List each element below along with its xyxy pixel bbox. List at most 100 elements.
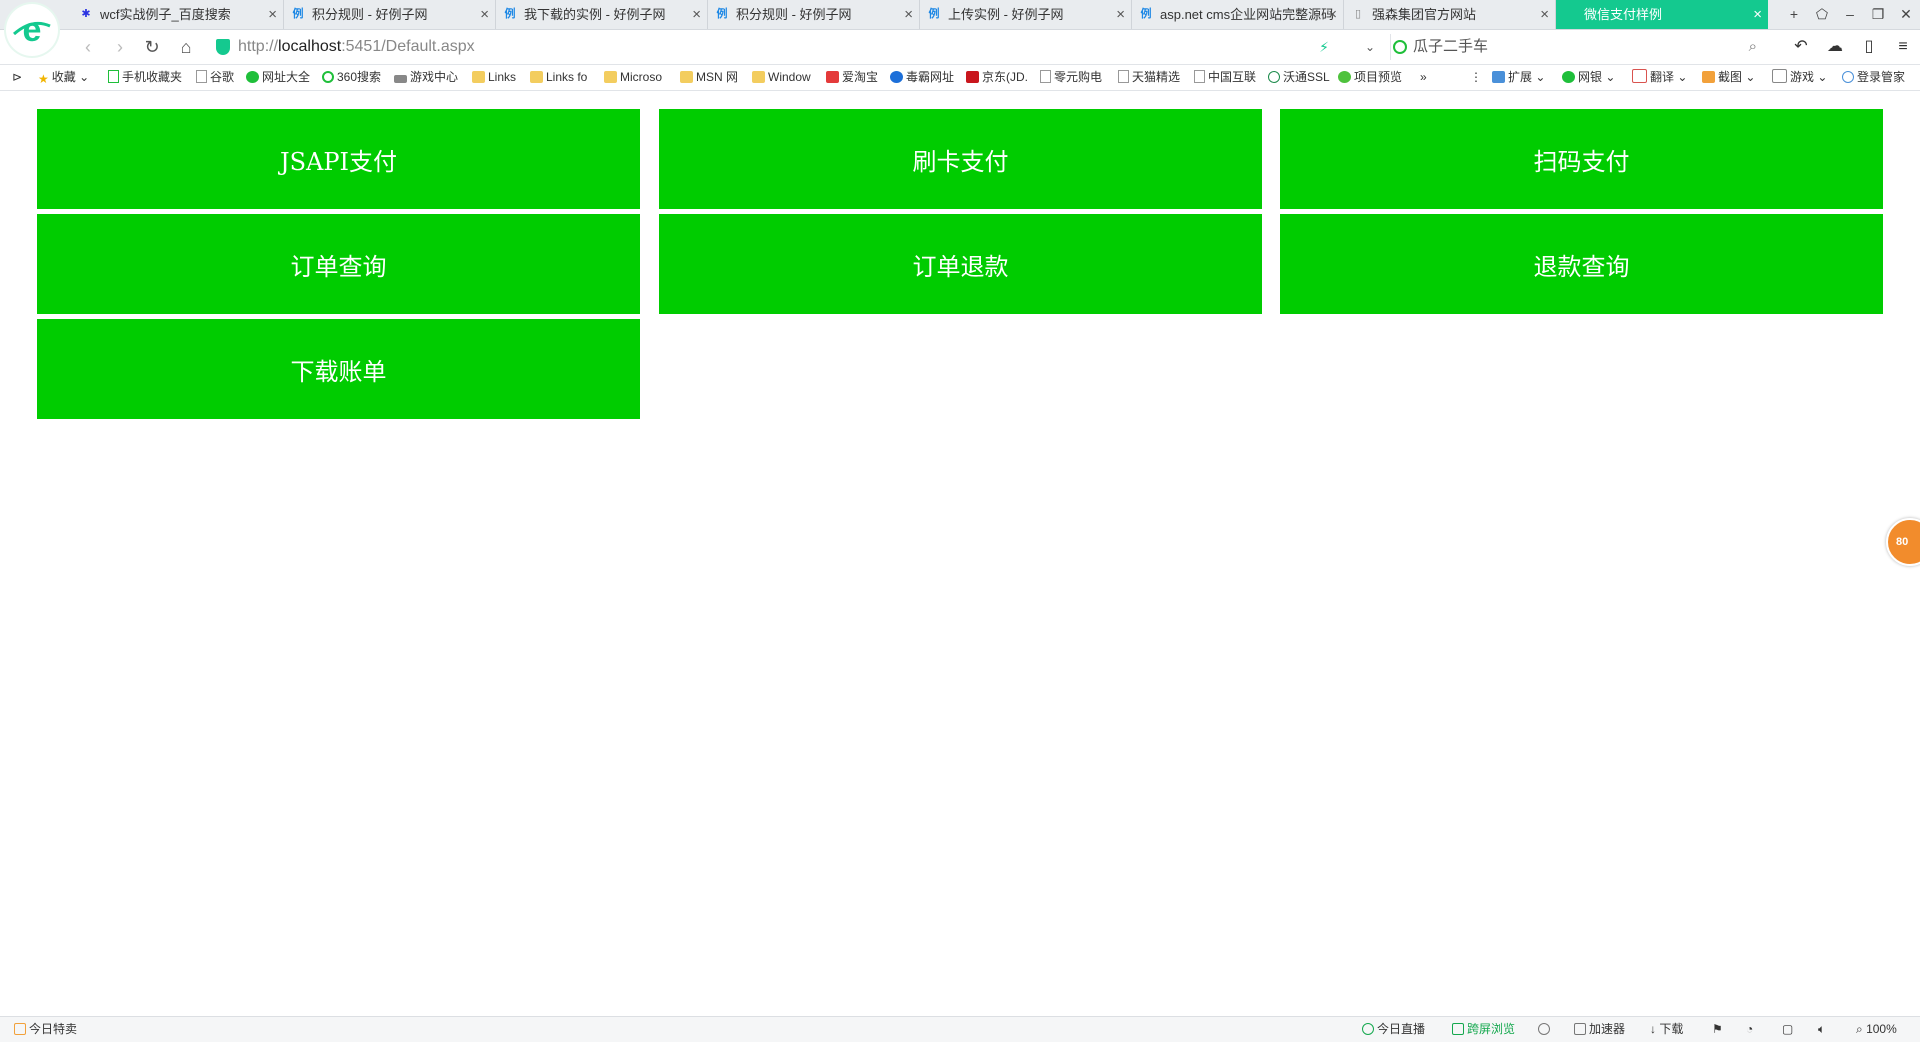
close-icon[interactable]: × xyxy=(692,0,701,29)
close-icon[interactable]: × xyxy=(1328,0,1337,29)
tool-login[interactable]: 登录管家 xyxy=(1842,65,1905,90)
window-icon[interactable]: ▢ xyxy=(1782,1017,1793,1042)
menu-icon[interactable]: ≡ xyxy=(1886,30,1920,64)
download-bill-button[interactable]: 下载账单 xyxy=(37,319,640,419)
sidebar-toggle-icon[interactable]: ⊳ xyxy=(12,65,22,90)
haolizi-icon: 例 xyxy=(292,8,304,20)
home-icon[interactable]: ⌂ xyxy=(174,35,198,59)
order-refund-button[interactable]: 订单退款 xyxy=(659,214,1262,314)
ie-mode-icon[interactable]: ◔ xyxy=(1746,1017,1753,1042)
page-icon xyxy=(196,70,207,83)
bookmark-favorites[interactable]: ★ 收藏 ⌄ xyxy=(38,65,89,90)
qrcode-pay-button[interactable]: 扫码支付 xyxy=(1280,109,1883,209)
bookmark-item[interactable]: MSN 网 xyxy=(680,65,738,90)
bookmark-item[interactable]: 京东(JD. xyxy=(966,65,1028,90)
haolizi-icon: 例 xyxy=(504,8,516,20)
close-window-icon[interactable]: ✕ xyxy=(1892,0,1920,29)
refund-query-button[interactable]: 退款查询 xyxy=(1280,214,1883,314)
accelerator-link[interactable]: 加速器 xyxy=(1574,1017,1625,1042)
forward-icon[interactable]: › xyxy=(108,35,132,59)
maximize-icon[interactable]: ❐ xyxy=(1864,0,1892,29)
live-link[interactable]: 今日直播 xyxy=(1362,1017,1425,1042)
bookmark-item[interactable]: 游戏中心 xyxy=(394,65,458,90)
download-link[interactable]: ↓ 下载 xyxy=(1650,1017,1683,1042)
bookmark-item[interactable]: Links xyxy=(472,65,516,90)
tab-active[interactable]: 微信支付样例 × xyxy=(1556,0,1768,29)
bookmark-item[interactable]: Window xyxy=(752,65,811,90)
bookmark-item[interactable]: 爱淘宝 xyxy=(826,65,878,90)
tab-title: 我下载的实例 - 好例子网 xyxy=(524,7,666,22)
tool-screenshot[interactable]: 截图 ⌄ xyxy=(1702,65,1755,90)
address-bar[interactable]: http://localhost:5451/Default.aspx xyxy=(238,34,1396,60)
tool-translate[interactable]: 翻译 ⌄ xyxy=(1632,65,1687,90)
search-input[interactable]: 瓜子二手车 ⌕ xyxy=(1390,34,1765,60)
folder-icon xyxy=(680,71,693,83)
reload-icon[interactable]: ↻ xyxy=(140,35,164,59)
bookmark-item[interactable]: 谷歌 xyxy=(196,65,234,90)
search-icon[interactable]: ⌕ xyxy=(1749,34,1757,60)
bookmark-item[interactable]: 中国互联 xyxy=(1194,65,1256,90)
tab-title: asp.net cms企业网站完整源码 xyxy=(1160,7,1335,22)
bookmark-item[interactable]: 项目预览 xyxy=(1338,65,1402,90)
zoom-control[interactable]: ⌕ 100% xyxy=(1856,1017,1897,1042)
daily-sale-link[interactable]: 今日特卖 xyxy=(14,1017,77,1042)
folder-icon xyxy=(752,71,765,83)
tab[interactable]: 例 asp.net cms企业网站完整源码 × xyxy=(1132,0,1344,29)
phone-icon xyxy=(108,70,119,83)
flag-icon[interactable]: ⚑ xyxy=(1712,1017,1723,1042)
cloud-icon[interactable]: ☁ xyxy=(1818,30,1852,64)
bookmark-item[interactable]: 零元购电 xyxy=(1040,65,1102,90)
bookmark-item[interactable]: 360搜索 xyxy=(322,65,381,90)
card-pay-button[interactable]: 刷卡支付 xyxy=(659,109,1262,209)
phone-icon[interactable]: ▯ xyxy=(1852,30,1886,64)
tab[interactable]: 例 我下载的实例 - 好例子网 × xyxy=(496,0,708,29)
page-icon: ▯ xyxy=(1354,8,1362,20)
security-shield-icon[interactable] xyxy=(216,39,230,55)
browser-logo-icon[interactable]: e xyxy=(6,4,58,56)
new-tab-icon[interactable]: + xyxy=(1780,0,1808,29)
tab[interactable]: 例 上传实例 - 好例子网 × xyxy=(920,0,1132,29)
more-vertical-icon[interactable]: ⋮ xyxy=(1470,65,1482,90)
bookmark-item[interactable]: 网址大全 xyxy=(246,65,310,90)
jsapi-pay-button[interactable]: JSAPI支付 xyxy=(37,109,640,209)
jd-icon xyxy=(966,71,979,83)
tab[interactable]: ✱ wcf实战例子_百度搜索 × xyxy=(72,0,284,29)
folder-icon xyxy=(472,71,485,83)
undo-icon[interactable]: ↶ xyxy=(1784,30,1818,64)
sound-icon[interactable]: 🔈︎ xyxy=(1818,1017,1825,1042)
dropdown-icon[interactable]: ⌄ xyxy=(1358,35,1382,59)
minimize-icon[interactable]: – xyxy=(1836,0,1864,29)
cross-screen-link[interactable]: 跨屏浏览 xyxy=(1452,1017,1515,1042)
download-icon: ↓ xyxy=(1650,1022,1656,1036)
bookmark-item[interactable]: 天猫精选 xyxy=(1118,65,1180,90)
tab[interactable]: 例 积分规则 - 好例子网 × xyxy=(708,0,920,29)
close-icon[interactable]: × xyxy=(480,0,489,29)
bookmark-item[interactable]: Links fo xyxy=(530,65,587,90)
tool-bank[interactable]: 网银 ⌄ xyxy=(1562,65,1615,90)
floating-ball-button[interactable]: 80 xyxy=(1886,518,1920,566)
speed-mode-icon[interactable]: ⚡ xyxy=(1312,35,1336,59)
bookmark-item[interactable]: 沃通SSL xyxy=(1268,65,1330,90)
bookmark-item[interactable]: 毒霸网址 xyxy=(890,65,954,90)
tab[interactable]: 例 积分规则 - 好例子网 × xyxy=(284,0,496,29)
tool-extension[interactable]: 扩展 ⌄ xyxy=(1492,65,1545,90)
folder-icon xyxy=(530,71,543,83)
bookmarks-more-button[interactable]: » xyxy=(1420,65,1427,90)
close-icon[interactable]: × xyxy=(904,0,913,29)
site-icon xyxy=(246,71,259,83)
back-icon[interactable]: ‹ xyxy=(76,35,100,59)
close-icon[interactable]: × xyxy=(1540,0,1549,29)
close-icon[interactable]: × xyxy=(1116,0,1125,29)
window-controls: + ⬠ – ❐ ✕ xyxy=(1780,0,1920,29)
baidu-paw-icon: ✱ xyxy=(81,8,91,20)
close-icon[interactable]: × xyxy=(268,0,277,29)
order-query-button[interactable]: 订单查询 xyxy=(37,214,640,314)
bookmark-item[interactable]: 手机收藏夹 xyxy=(108,65,182,90)
restore-tab-icon[interactable]: ⬠ xyxy=(1808,0,1836,29)
refresh-status-icon[interactable] xyxy=(1538,1017,1553,1042)
tool-game[interactable]: 游戏 ⌄ xyxy=(1772,65,1827,90)
tab[interactable]: ▯ 强森集团官方网站 × xyxy=(1344,0,1556,29)
close-icon[interactable]: × xyxy=(1753,0,1762,29)
tab-title: 微信支付样例 xyxy=(1584,7,1663,22)
bookmark-item[interactable]: Microso xyxy=(604,65,662,90)
